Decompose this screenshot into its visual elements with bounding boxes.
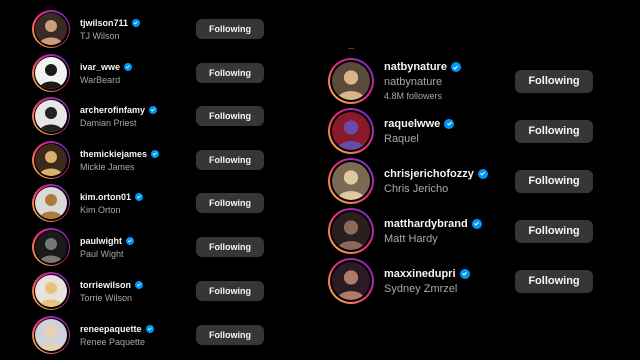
full-name: Mickie James <box>80 161 135 172</box>
verified-badge-icon <box>471 218 482 229</box>
avatar[interactable] <box>35 319 67 351</box>
avatar[interactable] <box>35 275 67 307</box>
list-item-reneepaquette[interactable]: reneepaquette Renee Paquette Following <box>32 316 272 354</box>
following-button[interactable]: Following <box>196 193 264 213</box>
username[interactable]: archerofinfamy <box>80 105 145 115</box>
following-button[interactable]: Following <box>196 281 264 301</box>
story-ring[interactable] <box>32 316 70 354</box>
following-button[interactable]: Following <box>196 237 264 257</box>
username[interactable]: themickiejames <box>80 149 147 159</box>
username[interactable]: maxxinedupri <box>384 268 456 280</box>
avatar[interactable] <box>35 100 67 132</box>
verified-badge-icon <box>126 236 134 245</box>
verified-badge-icon <box>145 324 154 333</box>
avatar[interactable] <box>332 112 370 150</box>
full-name: natbynature <box>384 76 443 88</box>
full-name: Sydney Zmrzel <box>384 282 458 295</box>
following-button[interactable]: Following <box>515 69 593 93</box>
list-item-torriewilson[interactable]: torriewilson Torrie Wilson Following <box>32 272 272 310</box>
list-item-kim.orton01[interactable]: kim.orton01 Kim Orton Following <box>32 184 272 222</box>
full-name: Damian Priest <box>80 117 137 128</box>
full-name: Paul Wight <box>80 248 124 259</box>
avatar[interactable] <box>35 13 67 45</box>
verified-badge-icon <box>132 18 141 27</box>
following-button[interactable]: Following <box>196 325 264 345</box>
following-button[interactable]: Following <box>515 269 593 293</box>
list-item-natbynature[interactable]: natbynature natbynature 4.8M followers F… <box>328 58 600 104</box>
username[interactable]: paulwight <box>80 236 122 246</box>
full-name: WarBeard <box>80 74 121 85</box>
username[interactable]: matthardybrand <box>384 218 468 230</box>
avatar[interactable] <box>332 62 370 100</box>
following-button[interactable]: Following <box>196 19 264 39</box>
avatar[interactable] <box>332 262 370 300</box>
full-name: Kim Orton <box>80 204 121 215</box>
story-ring[interactable] <box>32 97 70 135</box>
full-name: TJ Wilson <box>80 30 120 41</box>
story-ring[interactable] <box>32 141 70 179</box>
following-button[interactable]: Following <box>196 150 264 170</box>
verified-badge-icon <box>444 118 455 129</box>
full-name: Raquel <box>384 132 419 145</box>
username[interactable]: reneepaquette <box>80 324 142 334</box>
story-ring[interactable] <box>32 272 70 310</box>
story-ring[interactable] <box>32 184 70 222</box>
verified-badge-icon <box>149 105 158 114</box>
divider <box>348 48 354 49</box>
story-ring[interactable] <box>328 58 374 104</box>
full-name: Renee Paquette <box>80 336 146 347</box>
avatar[interactable] <box>35 57 67 89</box>
list-item-ivar_wwe[interactable]: ivar_wwe WarBeard Following <box>32 54 272 92</box>
verified-badge-icon <box>459 268 470 279</box>
username[interactable]: raquelwwe <box>384 118 440 130</box>
list-item-themickiejames[interactable]: themickiejames Mickie James Following <box>32 141 272 179</box>
verified-badge-icon <box>135 280 144 289</box>
list-item-raquelwwe[interactable]: raquelwwe Raquel Following <box>328 108 600 154</box>
list-item-paulwight[interactable]: paulwight Paul Wight Following <box>32 228 272 266</box>
username[interactable]: natbynature <box>384 61 447 73</box>
avatar[interactable] <box>35 144 67 176</box>
verified-badge-icon <box>135 192 144 201</box>
username[interactable]: torriewilson <box>80 280 131 290</box>
username[interactable]: ivar_wwe <box>80 62 120 72</box>
verified-badge-icon <box>151 149 160 158</box>
avatar[interactable] <box>35 231 67 263</box>
list-item-matthardybrand[interactable]: matthardybrand Matt Hardy Following <box>328 208 600 254</box>
avatar[interactable] <box>35 187 67 219</box>
following-button[interactable]: Following <box>196 63 264 83</box>
story-ring[interactable] <box>328 208 374 254</box>
story-ring[interactable] <box>328 158 374 204</box>
full-name: Matt Hardy <box>384 232 438 245</box>
following-button[interactable]: Following <box>515 169 593 193</box>
following-button[interactable]: Following <box>515 219 593 243</box>
following-button[interactable]: Following <box>196 106 264 126</box>
follower-count: 4.8M followers <box>384 91 443 101</box>
list-item-archerofinfamy[interactable]: archerofinfamy Damian Priest Following <box>32 97 272 135</box>
verified-badge-icon <box>477 168 488 179</box>
list-item-chrisjerichofozzy[interactable]: chrisjerichofozzy Chris Jericho Followin… <box>328 158 600 204</box>
list-item-tjwilson711[interactable]: tjwilson711 TJ Wilson Following <box>32 10 272 48</box>
story-ring[interactable] <box>328 258 374 304</box>
verified-badge-icon <box>450 62 461 72</box>
full-name: Torrie Wilson <box>80 292 133 303</box>
avatar[interactable] <box>332 212 370 250</box>
username[interactable]: tjwilson711 <box>80 18 128 28</box>
full-name: Chris Jericho <box>384 182 449 195</box>
username[interactable]: kim.orton01 <box>80 192 131 202</box>
verified-badge-icon <box>124 62 133 71</box>
story-ring[interactable] <box>328 108 374 154</box>
list-item-maxxinedupri[interactable]: maxxinedupri Sydney Zmrzel Following <box>328 258 600 304</box>
story-ring[interactable] <box>32 228 70 266</box>
story-ring[interactable] <box>32 10 70 48</box>
following-button[interactable]: Following <box>515 119 593 143</box>
username[interactable]: chrisjerichofozzy <box>384 168 474 180</box>
avatar[interactable] <box>332 162 370 200</box>
story-ring[interactable] <box>32 54 70 92</box>
